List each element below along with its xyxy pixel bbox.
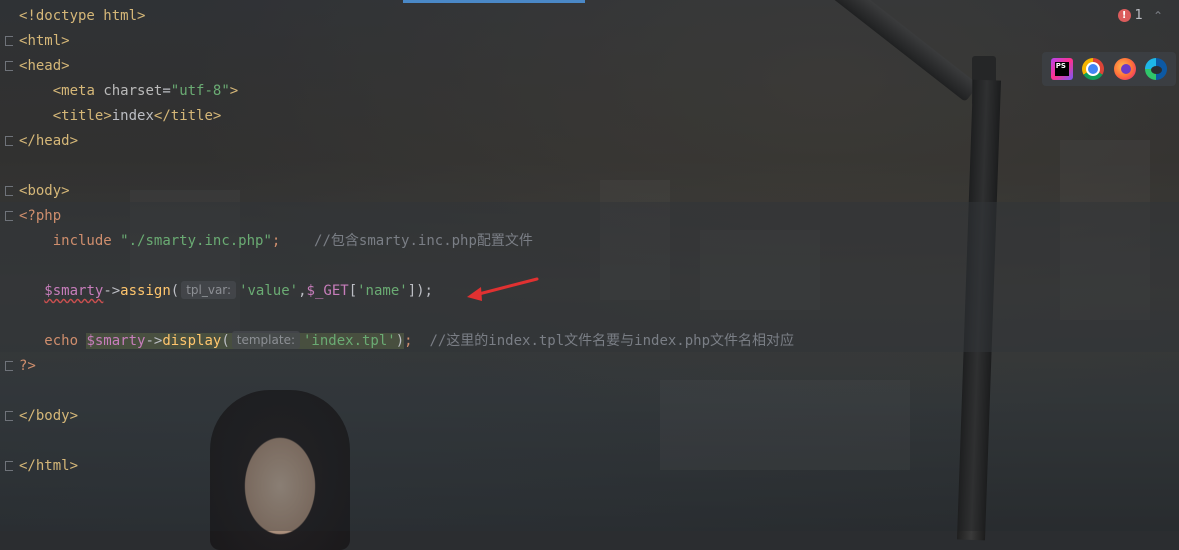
code-line-2[interactable]: <html> <box>0 29 1179 54</box>
phpstorm-label: PS <box>1055 62 1066 70</box>
fold-marker[interactable] <box>5 361 13 371</box>
inspection-status[interactable]: ! 1 ⌃ <box>1117 8 1163 23</box>
error-icon: ! <box>1117 9 1131 22</box>
code-line-11[interactable] <box>0 254 1179 279</box>
param-hint-template: template: <box>231 331 300 349</box>
code-line-8[interactable]: <body> <box>0 179 1179 204</box>
get-superglobal: $_GET <box>306 283 349 299</box>
code-line-4[interactable]: <meta charset="utf-8"> <box>0 79 1179 104</box>
php-close-tag: ?> <box>19 358 36 374</box>
display-comment: //这里的index.tpl文件名要与index.php文件名相对应 <box>429 333 795 349</box>
code-line-9[interactable]: <?php <box>0 204 1179 229</box>
red-arrow-annotation <box>467 277 539 301</box>
html-open-tag: html <box>27 33 62 49</box>
display-function: display <box>162 333 222 349</box>
browser-preview-popup: PS <box>1042 52 1176 86</box>
php-open-tag: <?php <box>19 208 62 224</box>
code-editor[interactable]: <!doctype html> <html> <head> <meta char… <box>0 4 1179 479</box>
meta-attr: charset <box>103 83 163 99</box>
assign-function: assign <box>120 283 171 299</box>
code-line-6[interactable]: </head> <box>0 129 1179 154</box>
chrome-icon[interactable] <box>1082 58 1105 80</box>
code-line-16[interactable] <box>0 379 1179 404</box>
param-hint-tpl-var: tpl_var: <box>181 281 237 299</box>
fold-marker[interactable] <box>5 61 13 71</box>
fold-marker[interactable] <box>5 136 13 146</box>
firefox-icon[interactable] <box>1113 58 1136 80</box>
code-line-13[interactable] <box>0 304 1179 329</box>
phpstorm-icon[interactable]: PS <box>1050 58 1073 80</box>
fold-marker[interactable] <box>5 411 13 421</box>
code-line-12[interactable]: $smarty->assign(tpl_var:'value',$_GET['n… <box>0 279 1179 304</box>
echo-keyword: echo <box>44 333 79 349</box>
html-close-tag: html <box>35 458 70 474</box>
title-close-tag: title <box>170 108 213 124</box>
code-line-3[interactable]: <head> <box>0 54 1179 79</box>
body-open-tag: body <box>27 183 62 199</box>
name-string: 'name' <box>357 283 408 299</box>
code-line-17[interactable]: </body> <box>0 404 1179 429</box>
head-open-tag: head <box>27 58 62 74</box>
title-text: index <box>111 108 154 124</box>
meta-value: "utf-8" <box>170 83 230 99</box>
title-open-tag: title <box>61 108 104 124</box>
meta-tag: meta <box>61 83 95 99</box>
include-path: "./smarty.inc.php" <box>120 233 272 249</box>
fold-marker[interactable] <box>5 211 13 221</box>
body-close-tag: body <box>35 408 70 424</box>
index-tpl-string: 'index.tpl' <box>303 333 396 349</box>
code-line-14[interactable]: echo $smarty->display(template:'index.tp… <box>0 329 1179 354</box>
include-comment: //包含smarty.inc.php配置文件 <box>314 233 533 249</box>
code-line-15[interactable]: ?> <box>0 354 1179 379</box>
code-line-7[interactable] <box>0 154 1179 179</box>
error-count: 1 <box>1134 8 1143 23</box>
smarty-variable: $smarty <box>86 333 146 349</box>
edge-icon[interactable] <box>1145 58 1168 80</box>
head-close-tag: head <box>35 133 70 149</box>
fold-marker[interactable] <box>5 186 13 196</box>
code-line-18[interactable] <box>0 429 1179 454</box>
code-line-5[interactable]: <title>index</title> <box>0 104 1179 129</box>
active-tab-indicator <box>403 0 585 3</box>
code-line-19[interactable]: </html> <box>0 454 1179 479</box>
doctype-token: <!doctype html> <box>19 8 146 24</box>
fold-marker[interactable] <box>5 461 13 471</box>
value-string: 'value' <box>239 283 299 299</box>
chevron-up-icon[interactable]: ⌃ <box>1153 9 1163 23</box>
smarty-variable: $smarty <box>44 283 104 299</box>
include-keyword: include <box>52 233 112 249</box>
code-line-1[interactable]: <!doctype html> <box>0 4 1179 29</box>
code-line-10[interactable]: include "./smarty.inc.php"; //包含smarty.i… <box>0 229 1179 254</box>
fold-marker[interactable] <box>5 36 13 46</box>
